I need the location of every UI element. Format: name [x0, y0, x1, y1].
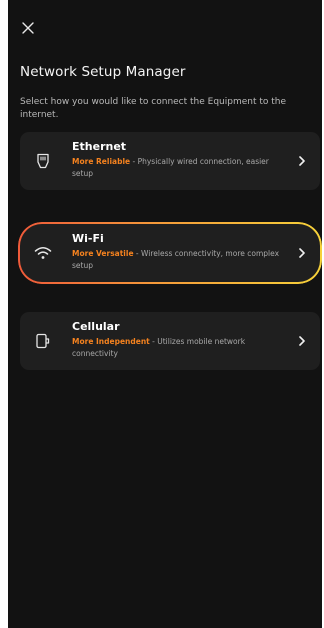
- close-icon: [22, 22, 34, 34]
- option-title: Ethernet: [72, 140, 127, 153]
- option-highlight: More Independent: [72, 337, 150, 346]
- option-description: More Versatile - Wireless connectivity, …: [72, 248, 284, 272]
- chevron-right-icon: [296, 247, 308, 259]
- close-button[interactable]: [18, 18, 38, 38]
- option-highlight: More Versatile: [72, 249, 134, 258]
- page-subtitle: Select how you would like to connect the…: [20, 97, 287, 120]
- option-title: Cellular: [72, 320, 120, 333]
- chevron-right-icon: [296, 335, 308, 347]
- ethernet-port-icon: [34, 152, 52, 170]
- cellular-device-icon: [34, 332, 52, 350]
- wifi-icon: [34, 244, 52, 262]
- option-ethernet[interactable]: Ethernet More Reliable - Physically wire…: [20, 132, 320, 190]
- option-cellular[interactable]: Cellular More Independent - Utilizes mob…: [20, 312, 320, 370]
- option-wifi[interactable]: Wi-Fi More Versatile - Wireless connecti…: [18, 222, 322, 284]
- network-setup-screen: Network Setup Manager Select how you wou…: [8, 0, 322, 628]
- page-title: Network Setup Manager: [20, 64, 186, 80]
- option-title: Wi-Fi: [72, 232, 104, 245]
- option-description: More Reliable - Physically wired connect…: [72, 156, 284, 180]
- option-description: More Independent - Utilizes mobile netwo…: [72, 336, 284, 360]
- chevron-right-icon: [296, 155, 308, 167]
- option-highlight: More Reliable: [72, 157, 131, 166]
